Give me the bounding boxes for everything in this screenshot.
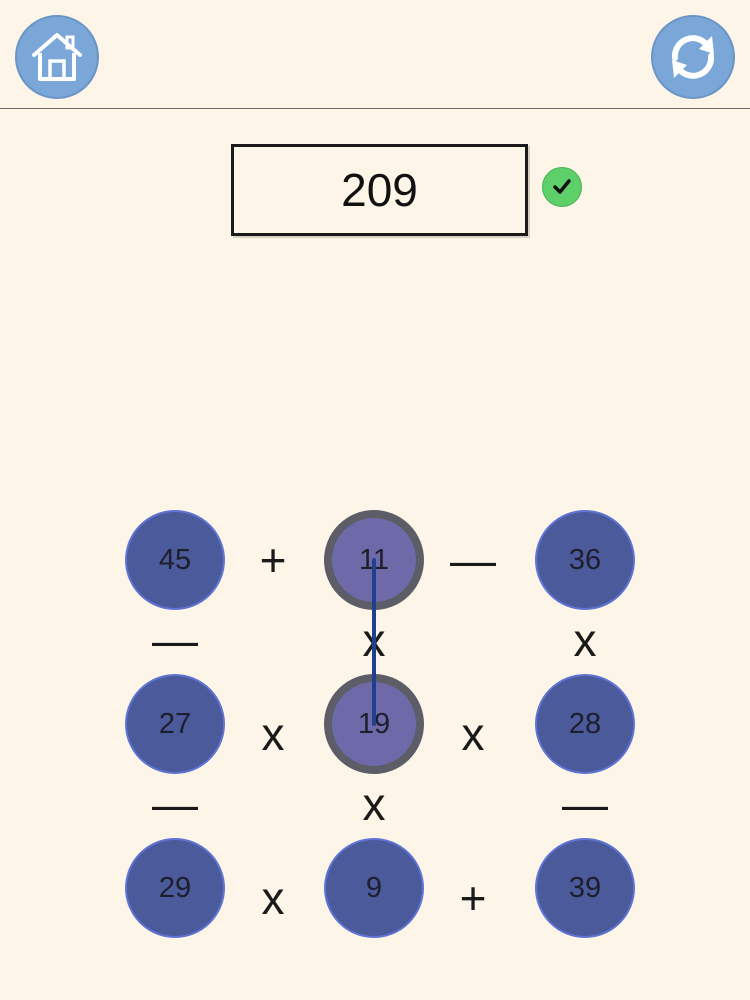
target-number-display: 209 — [231, 144, 528, 236]
check-icon — [542, 167, 582, 207]
times-operator: x — [261, 872, 285, 924]
times-operator: x — [461, 708, 485, 760]
refresh-button[interactable] — [651, 15, 735, 99]
top-bar — [0, 0, 750, 109]
number-cell[interactable]: 36 — [535, 510, 635, 610]
minus-operator: — — [152, 614, 198, 666]
minus-operator: — — [152, 778, 198, 830]
minus-operator: — — [562, 778, 608, 830]
times-operator: x — [362, 614, 386, 666]
number-cell[interactable]: 9 — [324, 838, 424, 938]
cell-value: 29 — [158, 871, 192, 904]
home-icon — [32, 33, 82, 81]
number-cell[interactable]: 28 — [535, 674, 635, 774]
home-button[interactable] — [15, 15, 99, 99]
number-cell[interactable]: 29 — [125, 838, 225, 938]
plus-operator: + — [259, 534, 287, 586]
number-cell[interactable]: 45 — [125, 510, 225, 610]
number-cell-selected[interactable]: 19 — [324, 674, 424, 774]
cell-value: 9 — [365, 871, 383, 904]
times-operator: x — [261, 708, 285, 760]
cell-value: 27 — [158, 707, 192, 740]
cell-value: 45 — [158, 543, 192, 576]
number-cell[interactable]: 39 — [535, 838, 635, 938]
target-number: 209 — [341, 164, 418, 216]
times-operator: x — [573, 614, 597, 666]
cell-value: 19 — [357, 707, 391, 740]
refresh-icon — [671, 35, 715, 79]
cell-value: 39 — [568, 871, 602, 904]
cell-value: 11 — [358, 543, 390, 576]
cell-value: 28 — [568, 707, 602, 740]
number-cell-selected[interactable]: 11 — [324, 510, 424, 610]
minus-operator: — — [450, 534, 496, 586]
times-operator: x — [362, 778, 386, 830]
plus-operator: + — [459, 872, 487, 924]
cell-value: 36 — [568, 543, 602, 576]
number-cell[interactable]: 27 — [125, 674, 225, 774]
